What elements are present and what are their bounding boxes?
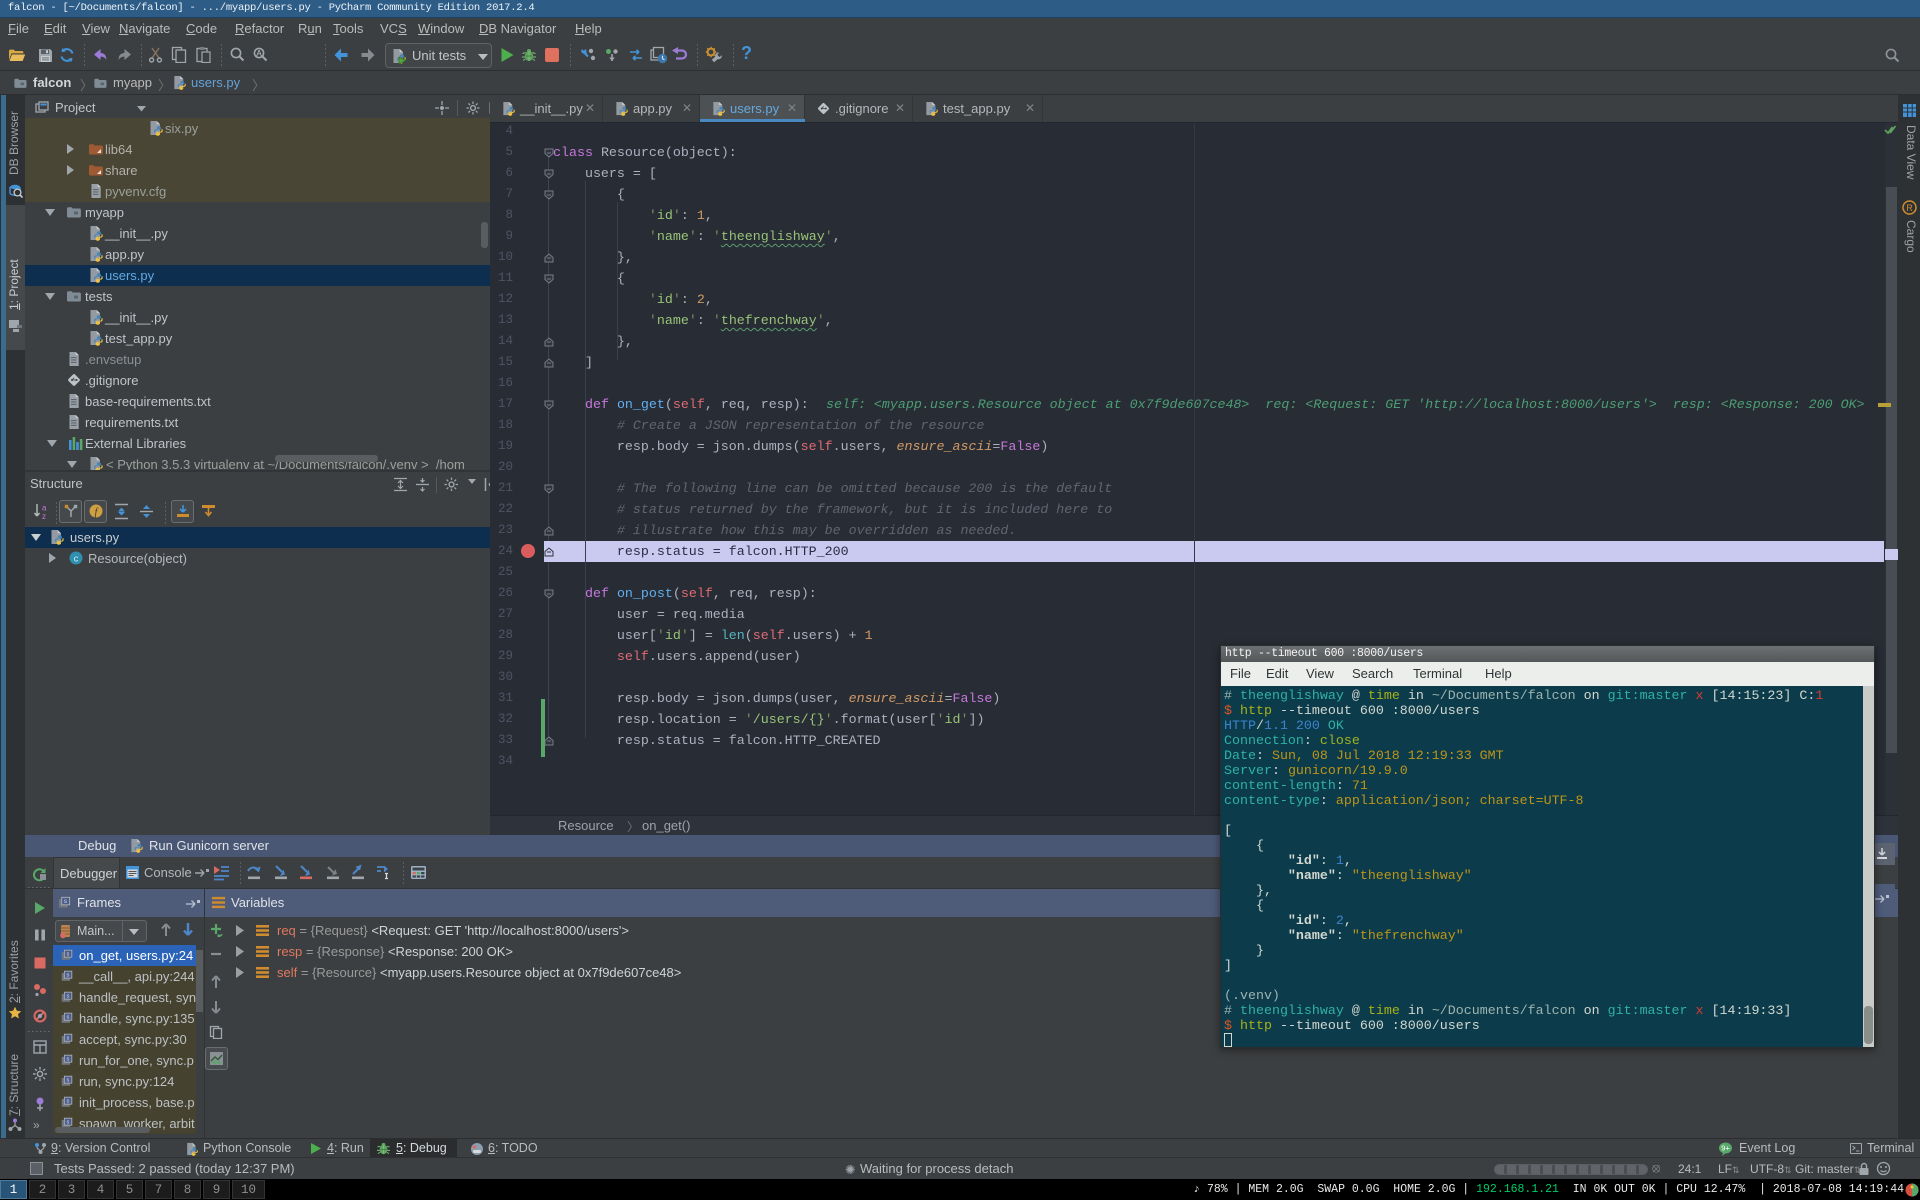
svg-text:R: R	[1906, 203, 1913, 213]
svg-text:z: z	[42, 512, 46, 520]
svg-text:9+: 9+	[1721, 1144, 1730, 1153]
svg-text:A: A	[256, 49, 262, 58]
